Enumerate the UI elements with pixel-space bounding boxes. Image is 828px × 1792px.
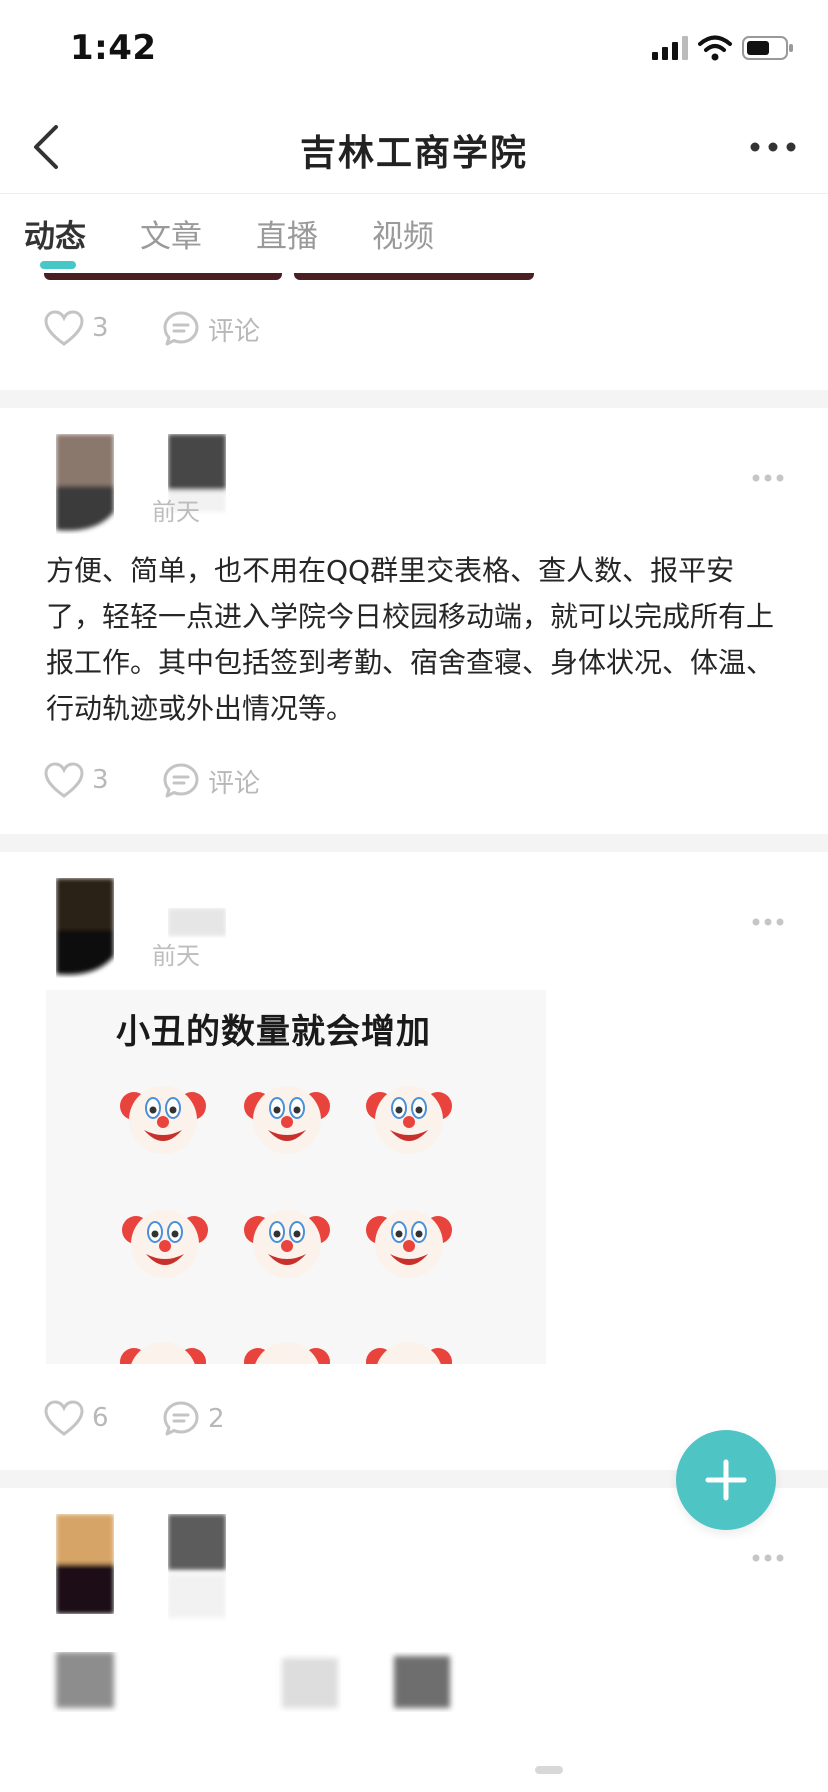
page-title: 吉林工商学院	[299, 133, 528, 174]
signal-icon	[652, 36, 688, 60]
active-tab-indicator	[40, 261, 76, 269]
status-time: 1:42	[70, 28, 157, 68]
post-more-button[interactable]	[748, 468, 788, 488]
create-post-button[interactable]	[676, 1430, 776, 1530]
clown-face-icon	[244, 1342, 330, 1364]
post-text: 方便、简单，也不用在QQ群里交表格、查人数、报平安了，轻轻一点进入学院今日校园移…	[46, 554, 775, 725]
like-button[interactable]: 3	[44, 310, 109, 346]
tab-bar: 动态 文章 直播 视频	[0, 195, 828, 273]
avatar[interactable]	[56, 878, 114, 978]
post-more-button[interactable]	[748, 1548, 788, 1568]
more-icon	[752, 474, 784, 482]
more-options-button[interactable]	[748, 130, 798, 164]
post-card: 3 评论	[0, 268, 828, 370]
post-time: 前天	[152, 498, 200, 526]
clown-face-icon	[120, 1342, 206, 1364]
scroll-indicator	[535, 1766, 563, 1774]
battery-icon	[742, 36, 793, 60]
post-card: 前天 方便、简单，也不用在QQ群里交表格、查人数、报平安了，轻轻一点进入学院今日…	[0, 408, 828, 822]
clown-face-icon	[122, 1210, 208, 1278]
tab-wenzhang[interactable]: 文章	[140, 211, 202, 256]
post-time: 前天	[152, 942, 200, 970]
comment-label: 评论	[208, 768, 261, 799]
more-icon	[750, 142, 796, 152]
post-divider	[0, 390, 828, 408]
heart-icon	[44, 310, 84, 346]
post-header: 前天	[0, 408, 828, 538]
nav-bar: 吉林工商学院	[0, 100, 828, 194]
more-icon	[752, 1554, 784, 1562]
clown-face-icon	[366, 1210, 452, 1278]
post-card: 前天 小丑的数量就会增加 6 2	[0, 852, 828, 1460]
clown-face-icon	[120, 1086, 206, 1154]
plus-icon	[705, 1459, 747, 1501]
heart-icon	[44, 762, 84, 798]
comment-count: 2	[208, 1404, 225, 1434]
post-more-button[interactable]	[748, 912, 788, 932]
comment-label: 评论	[208, 316, 261, 347]
more-icon	[752, 918, 784, 926]
username[interactable]	[168, 1514, 226, 1618]
username[interactable]	[168, 908, 226, 938]
comment-button[interactable]: 评论	[162, 310, 260, 348]
post-actions: 3 评论	[0, 752, 828, 822]
clown-face-icon	[244, 1210, 330, 1278]
like-button[interactable]: 3	[44, 762, 109, 798]
like-count: 3	[92, 765, 109, 795]
status-bar: 1:42	[0, 0, 828, 100]
like-count: 6	[92, 1403, 109, 1433]
avatar[interactable]	[56, 1514, 114, 1614]
image-caption: 小丑的数量就会增加	[116, 1012, 431, 1052]
heart-icon	[44, 1400, 84, 1436]
tab-shipin[interactable]: 视频	[372, 211, 434, 256]
wifi-icon	[698, 35, 732, 61]
clown-face-icon	[244, 1086, 330, 1154]
post-actions: 3 评论	[0, 300, 828, 370]
clown-face-icon	[366, 1086, 452, 1154]
like-button[interactable]: 6	[44, 1400, 109, 1436]
comment-button[interactable]: 评论	[162, 762, 260, 800]
username[interactable]	[168, 434, 226, 512]
comment-icon	[163, 763, 199, 798]
comment-button[interactable]: 2	[162, 1400, 225, 1438]
post-image[interactable]: 小丑的数量就会增加	[46, 990, 546, 1364]
clown-face-icon	[366, 1342, 452, 1364]
comment-icon	[163, 1401, 199, 1436]
post-header: 前天	[0, 852, 828, 982]
like-count: 3	[92, 313, 109, 343]
post-divider	[0, 834, 828, 852]
tab-zhibo[interactable]: 直播	[256, 211, 318, 256]
avatar[interactable]	[56, 434, 114, 534]
tab-dongtai[interactable]: 动态	[24, 211, 86, 256]
blurred-content	[56, 1652, 450, 1708]
comment-icon	[163, 311, 199, 346]
